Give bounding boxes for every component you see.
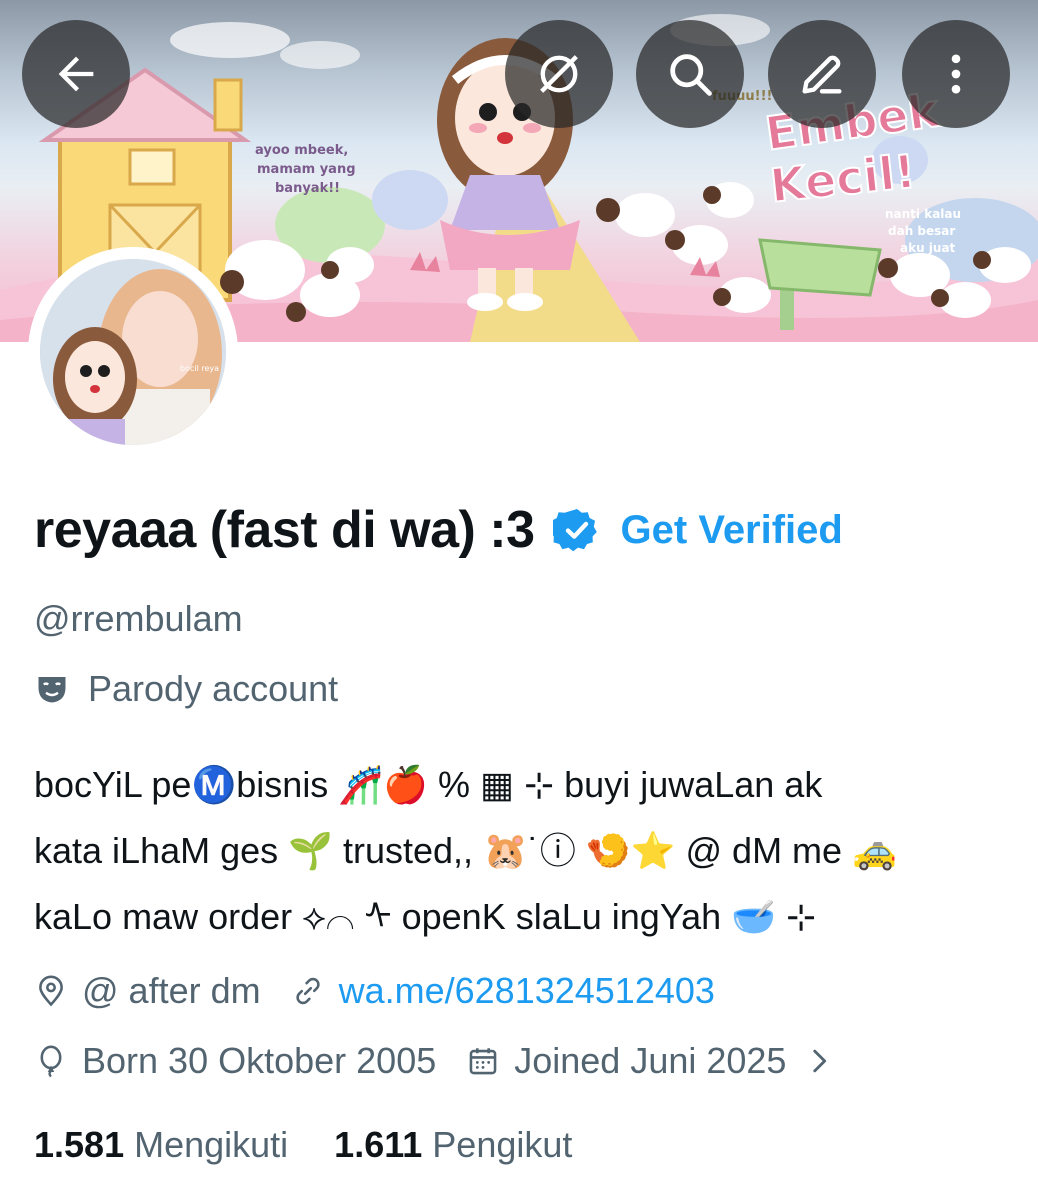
following-label: Mengikuti: [134, 1124, 289, 1165]
mute-ring-icon: [540, 55, 578, 93]
meta-row-1: @ after dm wa.me/6281324512403: [34, 970, 745, 1012]
theater-mask-icon: [38, 677, 66, 703]
following-count: 1.581: [34, 1124, 125, 1165]
avatar[interactable]: bocil reya: [40, 259, 226, 445]
follow-counts: 1.581 Mengikuti 1.611 Pengikut: [34, 1124, 618, 1166]
bubble-left-line-2: mamam yang: [257, 162, 356, 177]
bio-line: kata iLhaM ges 🌱 trusted,, 🐹˙ⓘ 🍤⭐ @ dM m…: [34, 830, 897, 871]
arrow-left-icon: [58, 56, 94, 92]
location-text: @ after dm: [82, 970, 261, 1011]
name-row: reyaaa (fast di wa) :3 Get Verified: [34, 500, 843, 560]
balloon-icon: [40, 1045, 62, 1078]
display-name: reyaaa (fast di wa) :3: [34, 501, 535, 559]
website-item[interactable]: wa.me/6281324512403: [291, 970, 715, 1012]
bubble-left-line-3: banyak!!: [275, 181, 340, 196]
bio: bocYiL peⓂ️bisnis 🎢🍎 % ▦ ⊹ buyi juwaLan …: [34, 752, 1014, 950]
back-button[interactable]: [22, 20, 130, 128]
note-right-line-3: aku juat: [900, 241, 956, 255]
pencil-icon: [802, 55, 842, 94]
note-right-line-2: dah besar: [888, 224, 955, 238]
location-pin-icon: [39, 975, 63, 1007]
calendar-icon: [469, 1048, 497, 1075]
more-vertical-icon: [951, 54, 961, 94]
handle: @rrembulam: [34, 598, 243, 639]
avatar-sticker-text: bocil reya: [180, 364, 219, 373]
search-icon: [670, 54, 712, 96]
parody-text: Parody account: [88, 668, 339, 709]
followers-count: 1.611: [334, 1124, 423, 1165]
bubble-left-line-1: ayoo mbeek,: [255, 143, 348, 158]
avatar-image: bocil reya: [40, 259, 226, 445]
followers-stat[interactable]: 1.611 Pengikut: [334, 1124, 572, 1166]
location-item: @ after dm: [34, 970, 261, 1012]
joined-text: Joined Juni 2025: [514, 1040, 787, 1081]
birthday-item: Born 30 Oktober 2005: [34, 1040, 436, 1082]
more-button[interactable]: [902, 20, 1010, 128]
search-button[interactable]: [636, 20, 744, 128]
website-link[interactable]: wa.me/6281324512403: [339, 970, 715, 1012]
chevron-right-icon[interactable]: [802, 1044, 836, 1078]
note-right-line-1: nanti kalau: [885, 207, 961, 221]
bio-line: bocYiL peⓂ️bisnis 🎢🍎 % ▦ ⊹ buyi juwaLan …: [34, 764, 823, 805]
following-stat[interactable]: 1.581 Mengikuti: [34, 1124, 288, 1166]
edit-button[interactable]: [768, 20, 876, 128]
joined-item[interactable]: Joined Juni 2025: [466, 1040, 836, 1082]
birthday-text: Born 30 Oktober 2005: [82, 1040, 437, 1081]
parody-label: Parody account: [34, 668, 338, 710]
bio-line: kaLo maw order ⟡⌒ ᠰ openK slaLu ingYah 🥣…: [34, 896, 817, 937]
followers-label: Pengikut: [432, 1124, 573, 1165]
mute-button[interactable]: [505, 20, 613, 128]
get-verified-link[interactable]: Get Verified: [621, 508, 843, 553]
verified-badge-icon[interactable]: [552, 506, 601, 554]
link-icon: [295, 977, 320, 1005]
meta-row-2: Born 30 Oktober 2005 Joined Juni 2025: [34, 1040, 866, 1082]
